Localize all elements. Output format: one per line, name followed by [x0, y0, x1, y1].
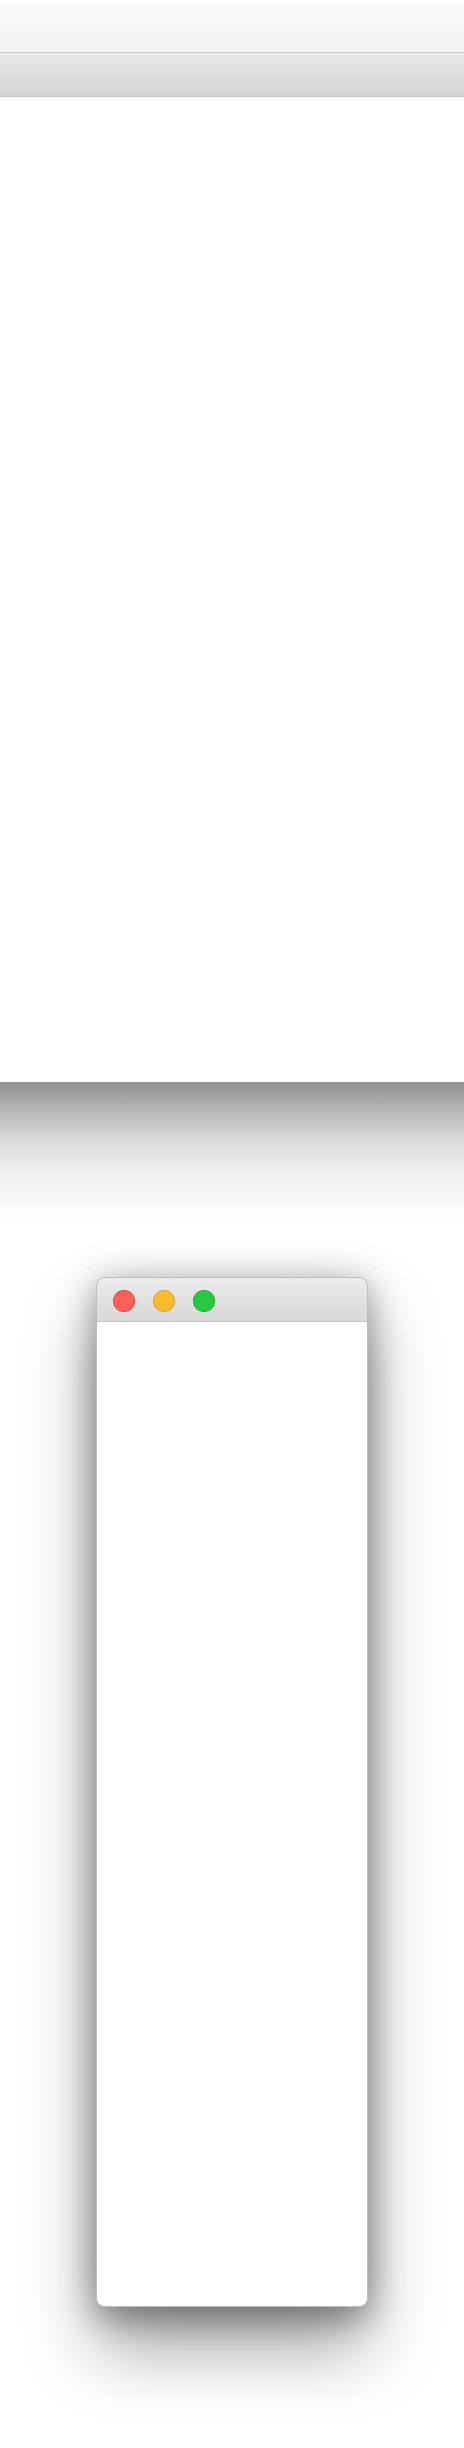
background-window-top-strip — [0, 0, 464, 52]
zoom-button[interactable] — [193, 1290, 215, 1312]
background-window-content — [0, 97, 464, 1082]
background-window — [0, 0, 464, 1082]
foreground-window-content — [97, 1322, 367, 2306]
window-shadow — [0, 1082, 464, 1222]
close-button[interactable] — [113, 1290, 135, 1312]
foreground-window — [96, 1277, 368, 2307]
minimize-button[interactable] — [153, 1290, 175, 1312]
background-window-titlebar[interactable] — [0, 52, 464, 97]
foreground-window-titlebar[interactable] — [97, 1278, 367, 1322]
